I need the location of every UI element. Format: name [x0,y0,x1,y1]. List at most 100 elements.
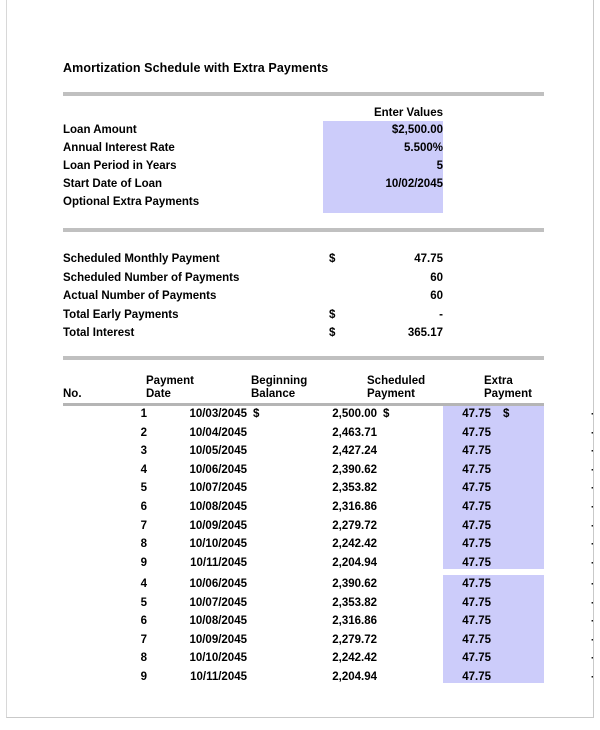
loan-input-label: Start Date of Loan [63,178,163,190]
cell-no: 3 [140,445,147,458]
cell-extra-payment[interactable]: - [507,520,593,532]
cell-scheduled-payment: 47.75 [462,482,491,495]
loan-input-row: Loan Period in Years 5 [63,160,443,178]
cell-payment-date: 10/09/2045 [189,633,247,646]
loan-input-value[interactable]: $2,500.00 [323,124,443,136]
cell-scheduled-payment: 47.75 [462,615,491,628]
summary-value: 60 [430,290,443,303]
table-row: 9 10/11/2045 2,204.94 47.75 - [63,556,593,575]
summary-value: 47.75 [414,253,443,265]
cell-beginning-balance: 2,353.82 [332,596,377,609]
cell-scheduled-payment: 47.75 [462,426,491,439]
cell-payment-date: 10/11/2045 [190,556,247,569]
cell-extra-payment[interactable]: - [507,652,593,664]
cell-no: 9 [140,671,147,683]
cell-beginning-balance: 2,204.94 [332,556,377,569]
table-row: 9 10/11/2045 2,204.94 47.75 - [63,671,593,689]
divider-middle [63,228,544,232]
summary-label: Total Early Payments [63,308,179,321]
cell-scheduled-payment: 47.75 [462,633,491,646]
cell-payment-date: 10/05/2045 [189,445,247,458]
loan-input-row: Optional Extra Payments [63,196,443,214]
summary-currency-symbol: $ [329,253,336,265]
table-row: 7 10/09/2045 2,279.72 47.75 - [63,519,593,538]
cell-beginning-balance: 2,427.24 [332,445,377,458]
summary-row: Scheduled Monthly Payment $47.75 [63,253,443,271]
summary-label: Total Interest [63,327,135,340]
cell-extra-payment[interactable]: - [507,538,593,550]
loan-input-value[interactable]: 5.500% [323,142,443,154]
column-header-payment: Scheduled Payment [367,375,426,400]
cell-no: 1 [140,408,147,420]
cell-scheduled-payment: 47.75 [462,445,491,458]
loan-input-value[interactable]: 10/02/2045 [323,178,443,190]
table-row: 4 10/06/2045 2,390.62 47.75 - [63,578,593,596]
table-row: 110/03/2045$2,500.00$47.75$- [63,408,593,426]
cell-extra-payment[interactable]: - [507,427,593,439]
cell-no: 8 [140,538,147,551]
cell-beginning-balance: 2,279.72 [332,519,377,532]
divider-top [63,92,544,96]
cell-extra-payment[interactable]: - [507,597,593,609]
loan-input-label: Optional Extra Payments [63,196,200,208]
table-row: 5 10/07/2045 2,353.82 47.75 - [63,596,593,615]
cell-beginning-balance: 2,353.82 [332,482,377,495]
cell-beginning-balance: 2,500.00 [332,408,377,420]
summary-row: Actual Number of Payments 60 [63,290,443,308]
document-page: Amortization Schedule with Extra Payment… [6,0,594,718]
cell-extra-payment[interactable]: - [507,557,593,569]
cell-beginning-balance: 2,242.42 [332,538,377,551]
table-row: 6 10/08/2045 2,316.86 47.75 - [63,501,593,519]
loan-input-row: Start Date of Loan 10/02/2045 [63,178,443,196]
loan-input-label: Loan Amount [63,124,137,136]
cell-extra-payment[interactable]: - [507,671,593,683]
column-header-extra: Extra Payment [484,375,532,400]
loan-input-value[interactable]: 5 [323,160,443,172]
cell-no: 5 [140,482,147,495]
cell-scheduled-payment: 47.75 [462,519,491,532]
cell-beginning-balance: 2,390.62 [332,578,377,590]
cell-extra-payment[interactable]: - [507,464,593,476]
cell-extra-payment[interactable]: - [507,482,593,494]
cell-scheduled-payment: 47.75 [462,652,491,665]
cell-extra-payment[interactable]: - [507,501,593,513]
summary-value: - [439,308,443,321]
column-header-date: Payment Date [146,375,194,400]
cell-scheduled-payment: 47.75 [462,463,491,476]
cell-extra-payment[interactable]: - [507,634,593,646]
cell-payment-date: 10/08/2045 [189,615,247,628]
summary-row: Total Interest $365.17 [63,327,443,345]
summary-row: Total Early Payments $ - [63,309,443,327]
cell-payment-date: 10/07/2045 [189,482,247,495]
cell-beginning-balance: 2,390.62 [332,463,377,476]
cell-no: 7 [140,519,147,532]
cell-extra-payment[interactable]: - [507,578,593,590]
cell-no: 5 [140,596,147,609]
enter-values-header: Enter Values [373,107,443,119]
column-header-no: No. [63,388,82,400]
table-row: 2 10/04/2045 2,463.71 47.75 - [63,426,593,445]
table-row: 7 10/09/2045 2,279.72 47.75 - [63,633,593,652]
table-row: 5 10/07/2045 2,353.82 47.75 - [63,482,593,500]
cell-scheduled-payment: 47.75 [462,578,491,590]
cell-scheduled-payment: 47.75 [462,408,491,420]
cell-beginning-balance: 2,279.72 [332,633,377,646]
cell-payment-date: 10/08/2045 [189,501,247,513]
cell-scheduled-payment: 47.75 [462,501,491,513]
page-title: Amortization Schedule with Extra Payment… [63,61,329,75]
summary-currency-symbol: $ [329,327,336,340]
table-row: 6 10/08/2045 2,316.86 47.75 - [63,615,593,633]
summary-label: Scheduled Monthly Payment [63,253,220,265]
cell-extra-payment[interactable]: - [507,408,593,420]
cell-scheduled-payment: 47.75 [462,671,491,683]
cell-no: 4 [140,578,147,590]
cell-payment-date: 10/06/2045 [189,463,247,476]
cell-scheduled-payment: 47.75 [462,538,491,551]
cell-beginning-balance: 2,316.86 [332,501,377,513]
cell-extra-payment[interactable]: - [507,445,593,457]
cell-payment-date: 10/10/2045 [189,652,247,665]
table-row: 8 10/10/2045 2,242.42 47.75 - [63,538,593,556]
summary-row: Scheduled Number of Payments 60 [63,272,443,290]
cell-no: 6 [140,501,147,513]
cell-extra-payment[interactable]: - [507,615,593,627]
